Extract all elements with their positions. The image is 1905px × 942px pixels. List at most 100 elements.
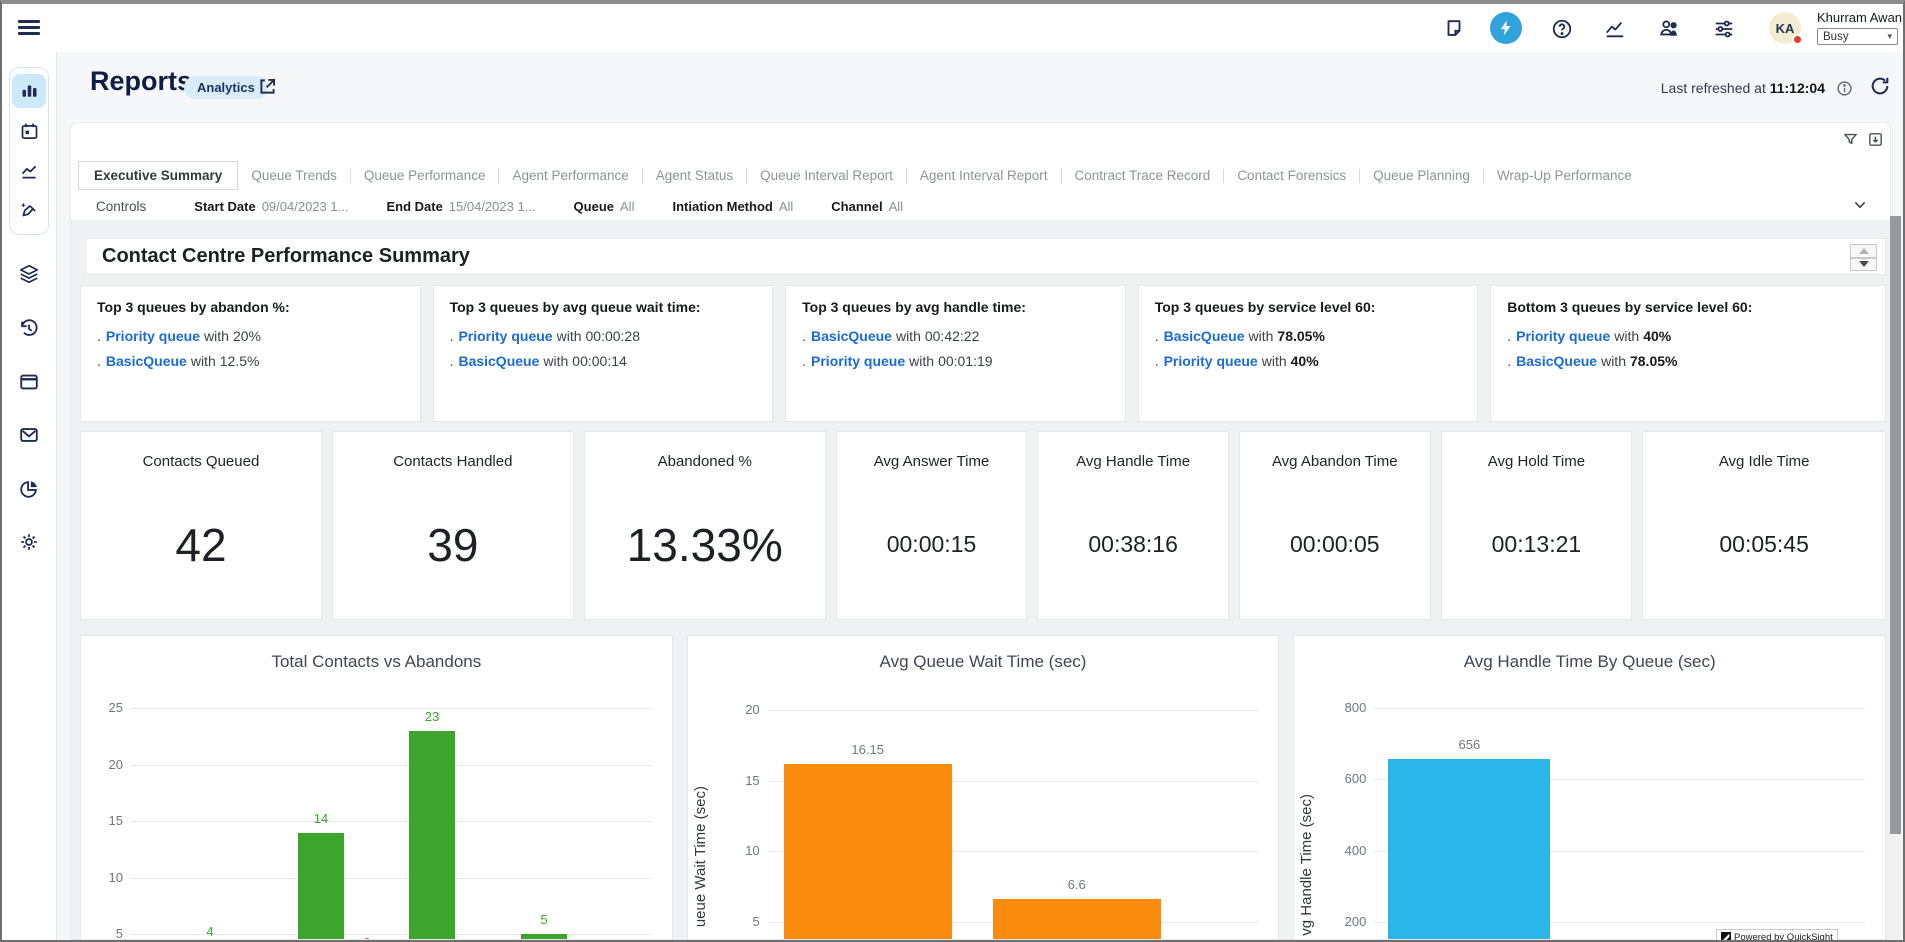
tab-executive-summary[interactable]: Executive Summary bbox=[78, 161, 238, 190]
spinner-down-button[interactable] bbox=[1850, 258, 1877, 272]
kpi-value: 00:05:45 bbox=[1719, 531, 1809, 558]
insight-item: .Priority queuewith40% bbox=[1155, 349, 1462, 374]
analytics-badge: Analytics bbox=[184, 76, 268, 99]
info-icon[interactable] bbox=[1836, 80, 1853, 97]
kpi-avg-handle-time: Avg Handle Time 00:38:16 bbox=[1037, 431, 1229, 620]
filter-icon[interactable] bbox=[1842, 131, 1859, 148]
export-icon[interactable] bbox=[1867, 131, 1884, 148]
topbar: KA Khurram Awan Busy ▾ bbox=[2, 4, 1903, 52]
insight-item: .Priority queuewith00:01:19 bbox=[802, 349, 1109, 374]
metrics-icon[interactable] bbox=[1604, 18, 1626, 40]
bar-avg-handle-time-0[interactable] bbox=[1388, 759, 1550, 939]
controls-bar: Controls Start Date 09/04/2023 1... End … bbox=[71, 193, 1890, 220]
filter-value: All bbox=[889, 199, 903, 214]
tab-queue-planning[interactable]: Queue Planning bbox=[1360, 162, 1483, 189]
insight-item: .BasicQueuewith78.05% bbox=[1507, 349, 1869, 374]
controls-collapse-chevron-icon[interactable] bbox=[1852, 197, 1868, 213]
bar-total-contacts-2[interactable] bbox=[409, 731, 455, 939]
chart-plot: 800600400200656 bbox=[1294, 636, 1885, 939]
insight-item: .Priority queuewith40% bbox=[1507, 324, 1869, 349]
sidebar-item-window[interactable] bbox=[18, 371, 40, 393]
sliders-icon[interactable] bbox=[1713, 18, 1735, 40]
tab-queue-performance[interactable]: Queue Performance bbox=[351, 162, 499, 189]
chart-title: Total Contacts vs Abandons bbox=[81, 652, 672, 672]
filter-start-date[interactable]: Start Date 09/04/2023 1... bbox=[194, 199, 348, 214]
insight-item: .Priority queuewith00:00:28 bbox=[450, 324, 757, 349]
kpi-avg-hold-time: Avg Hold Time 00:13:21 bbox=[1441, 431, 1633, 620]
gridline bbox=[131, 765, 652, 766]
sidebar-item-settings[interactable] bbox=[18, 531, 40, 553]
sidebar-item-customize[interactable] bbox=[12, 194, 46, 228]
filter-end-date[interactable]: End Date 15/04/2023 1... bbox=[386, 199, 535, 214]
avatar[interactable]: KA bbox=[1769, 12, 1801, 44]
gridline bbox=[131, 708, 652, 709]
vertical-scrollbar[interactable] bbox=[1890, 216, 1901, 942]
external-link-icon[interactable] bbox=[257, 76, 278, 97]
tab-contract-trace-record[interactable]: Contract Trace Record bbox=[1062, 162, 1224, 189]
kpi-avg-abandon-time: Avg Abandon Time 00:00:05 bbox=[1239, 431, 1431, 620]
y-tick-label: 400 bbox=[1294, 843, 1366, 858]
insight-item: .BasicQueuewith00:42:22 bbox=[802, 324, 1109, 349]
y-tick-label: 10 bbox=[81, 870, 123, 885]
last-refreshed: Last refreshed at 11:12:04 bbox=[1661, 80, 1825, 96]
bar-value-label: 3 bbox=[337, 935, 397, 939]
scrollbar-thumb[interactable] bbox=[1890, 216, 1901, 834]
sidebar-item-metrics[interactable] bbox=[12, 154, 46, 188]
insight-item: .BasicQueuewith78.05% bbox=[1155, 324, 1462, 349]
users-icon[interactable] bbox=[1658, 17, 1680, 39]
tab-queue-interval-report[interactable]: Queue Interval Report bbox=[747, 162, 906, 189]
filter-initiation-method[interactable]: Intiation Method All bbox=[672, 199, 793, 214]
sidebar-item-reports[interactable] bbox=[12, 74, 46, 108]
bar-total-contacts-3[interactable] bbox=[521, 934, 567, 939]
tab-agent-status[interactable]: Agent Status bbox=[643, 162, 746, 189]
insight-card-abandon: Top 3 queues by abandon %: .Priority que… bbox=[80, 285, 421, 422]
refresh-icon[interactable] bbox=[1869, 75, 1891, 97]
kpi-label: Contacts Handled bbox=[393, 453, 512, 470]
chart-title: Avg Queue Wait Time (sec) bbox=[688, 652, 1279, 672]
y-tick-label: 25 bbox=[81, 700, 123, 715]
history-icon bbox=[18, 317, 40, 339]
menu-icon[interactable] bbox=[18, 17, 40, 39]
tab-queue-trends[interactable]: Queue Trends bbox=[238, 162, 350, 189]
kpi-label: Avg Answer Time bbox=[874, 453, 990, 470]
insight-card-handle-time: Top 3 queues by avg handle time: .BasicQ… bbox=[785, 285, 1126, 422]
bar-avg-queue-wait-time-0[interactable] bbox=[784, 764, 952, 939]
sidebar-item-usage[interactable] bbox=[18, 478, 40, 500]
notes-icon[interactable] bbox=[1443, 18, 1465, 40]
chart-plot: 2520151054142353 bbox=[81, 636, 672, 939]
customize-brush-icon bbox=[19, 201, 40, 222]
filter-channel[interactable]: Channel All bbox=[831, 199, 903, 214]
y-tick-label: 15 bbox=[81, 813, 123, 828]
tab-agent-interval-report[interactable]: Agent Interval Report bbox=[907, 162, 1061, 189]
bar-avg-queue-wait-time-1[interactable] bbox=[993, 899, 1161, 939]
charts-row: Total Contacts vs Abandons 2520151054142… bbox=[80, 635, 1886, 939]
tab-agent-performance[interactable]: Agent Performance bbox=[499, 162, 641, 189]
y-tick-label: 15 bbox=[688, 773, 760, 788]
gridline bbox=[131, 821, 652, 822]
sidebar-item-history[interactable] bbox=[18, 317, 40, 339]
tab-wrap-up-performance[interactable]: Wrap-Up Performance bbox=[1484, 162, 1645, 189]
filter-value: 15/04/2023 1... bbox=[449, 199, 536, 214]
insight-card-wait-time: Top 3 queues by avg queue wait time: .Pr… bbox=[433, 285, 774, 422]
filter-queue[interactable]: Queue All bbox=[574, 199, 635, 214]
gridline bbox=[1374, 708, 1865, 709]
dashboard-content: Contact Centre Performance Summary Top 3… bbox=[71, 220, 1890, 939]
help-icon[interactable] bbox=[1551, 18, 1573, 40]
sidebar-item-calendar[interactable] bbox=[12, 114, 46, 148]
bar-value-label: 5 bbox=[514, 912, 574, 927]
tab-contact-forensics[interactable]: Contact Forensics bbox=[1224, 162, 1359, 189]
sidebar-item-layers[interactable] bbox=[18, 263, 40, 285]
status-dot bbox=[1792, 34, 1803, 45]
spinner-up-button[interactable] bbox=[1850, 244, 1877, 258]
bar-total-contacts-1[interactable] bbox=[298, 833, 344, 939]
status-select[interactable]: Busy ▾ bbox=[1817, 28, 1898, 45]
sidebar-item-mail[interactable] bbox=[18, 424, 40, 446]
triangle-up-icon bbox=[1859, 248, 1869, 254]
filter-value: All bbox=[779, 199, 793, 214]
y-tick-label: 200 bbox=[1294, 914, 1366, 929]
bar-value-label: 14 bbox=[291, 811, 351, 826]
kpi-contacts-handled: Contacts Handled 39 bbox=[332, 431, 574, 620]
flash-icon[interactable] bbox=[1490, 12, 1522, 44]
bar-value-label: 656 bbox=[1439, 737, 1499, 752]
y-tick-label: 600 bbox=[1294, 771, 1366, 786]
